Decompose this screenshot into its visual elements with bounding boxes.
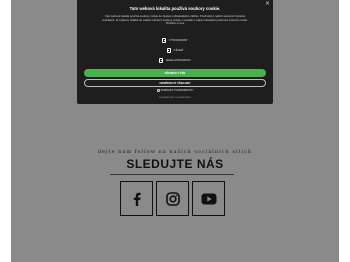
cookie-modal-description: Tato webová lokalita používá soubory coo… (102, 15, 248, 26)
accept-all-button[interactable]: Přijmout vše (84, 69, 266, 77)
cookie-option-label: Výkonnost (169, 38, 188, 42)
cookie-modal-title: Tato webová lokalita používá soubory coo… (129, 6, 221, 11)
reject-all-button[interactable]: Odmítnout všechny (84, 79, 266, 87)
cookie-option-targeting[interactable]: Cílení (77, 46, 273, 54)
social-title: SLEDUJTE NÁS (126, 157, 224, 171)
title-divider (110, 174, 234, 175)
cookie-option-unclassified[interactable]: Nehlasovanou (77, 56, 273, 64)
social-subtitle: dejte nám follow na našich sociálních sí… (97, 149, 253, 155)
cookie-option-label: Cílení (173, 48, 184, 52)
facebook-link[interactable] (120, 181, 153, 216)
youtube-icon (201, 193, 216, 204)
toggle-icon[interactable] (159, 57, 164, 63)
cookie-consent-modal: × Tato webová lokalita používá soubory c… (77, 0, 273, 104)
instagram-link[interactable] (156, 181, 189, 216)
cookie-option-label: Nehlasovanou (166, 58, 191, 62)
powered-by-text[interactable]: Powered by CookieScript (77, 97, 273, 99)
show-details-link[interactable]: Zobrazit podrobnosti (77, 89, 273, 92)
youtube-link[interactable] (192, 181, 225, 216)
cookie-option-performance[interactable]: Výkonnost (77, 36, 273, 44)
instagram-icon (165, 191, 180, 206)
show-details-label: Zobrazit podrobnosti (160, 89, 194, 93)
facebook-icon (133, 192, 141, 206)
toggle-icon[interactable] (166, 47, 171, 53)
toggle-icon[interactable] (162, 37, 167, 43)
gear-icon (156, 89, 160, 92)
